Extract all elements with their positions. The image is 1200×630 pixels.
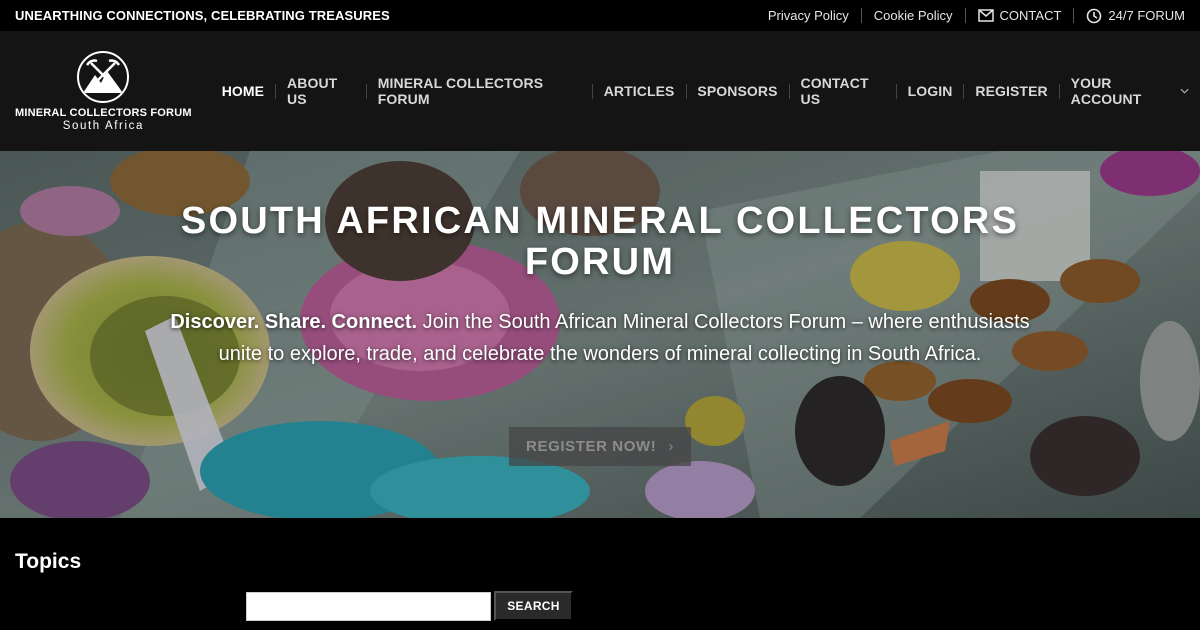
site-header: MINERAL COLLECTORS FORUM South Africa HO… — [0, 31, 1200, 151]
search-button[interactable]: SEARCH — [494, 591, 573, 621]
hero-title: SOUTH AFRICAN MINERAL COLLECTORS FORUM — [180, 200, 1020, 283]
cookie-policy-label: Cookie Policy — [873, 8, 953, 23]
site-logo[interactable]: MINERAL COLLECTORS FORUM South Africa — [0, 50, 209, 132]
forum-247-link[interactable]: 24/7 FORUM — [1074, 8, 1185, 24]
nav-register[interactable]: REGISTER — [964, 83, 1058, 99]
cookie-policy-link[interactable]: Cookie Policy — [862, 8, 965, 23]
register-now-label: REGISTER NOW! — [526, 438, 657, 455]
nav-login[interactable]: LOGIN — [897, 83, 964, 99]
hero-banner: SOUTH AFRICAN MINERAL COLLECTORS FORUM D… — [0, 151, 1200, 518]
logo-subtitle: South Africa — [62, 119, 144, 132]
privacy-policy-label: Privacy Policy — [767, 8, 849, 23]
main-nav: HOME ABOUT US MINERAL COLLECTORS FORUM A… — [222, 75, 1200, 107]
nav-your-account[interactable]: YOUR ACCOUNT — [1060, 75, 1200, 107]
topics-section: Topics SEARCH — [0, 518, 1200, 630]
topics-search-input[interactable] — [246, 592, 491, 621]
top-links: Privacy Policy Cookie Policy CONTACT 24/… — [756, 8, 1185, 24]
topics-heading: Topics — [15, 550, 82, 573]
nav-sponsors[interactable]: SPONSORS — [686, 83, 788, 99]
contact-link[interactable]: CONTACT — [966, 8, 1074, 23]
logo-title: MINERAL COLLECTORS FORUM — [14, 106, 192, 119]
nav-contact-us[interactable]: CONTACT US — [790, 75, 896, 107]
logo-emblem — [77, 50, 130, 103]
site-tagline: UNEARTHING CONNECTIONS, CELEBRATING TREA… — [15, 8, 390, 23]
clock-icon — [1087, 8, 1102, 23]
chevron-right-icon: › — [668, 438, 674, 455]
nav-articles[interactable]: ARTICLES — [593, 83, 686, 99]
envelope-icon — [977, 9, 994, 22]
nav-home[interactable]: HOME — [222, 83, 275, 99]
hero-description: Discover. Share. Connect. Join the South… — [160, 306, 1040, 370]
nav-about-us[interactable]: ABOUT US — [276, 75, 366, 107]
register-now-button[interactable]: REGISTER NOW! › — [509, 427, 691, 466]
nav-your-account-label: YOUR ACCOUNT — [1070, 75, 1142, 107]
privacy-policy-link[interactable]: Privacy Policy — [756, 8, 861, 23]
top-bar: UNEARTHING CONNECTIONS, CELEBRATING TREA… — [0, 0, 1200, 31]
contact-label: CONTACT — [999, 8, 1062, 23]
nav-mineral-collectors-forum[interactable]: MINERAL COLLECTORS FORUM — [367, 75, 592, 107]
forum-247-label: 24/7 FORUM — [1108, 8, 1185, 23]
hero-lead-bold: Discover. Share. Connect. — [170, 311, 418, 333]
pickaxe-mountain-icon — [83, 58, 124, 93]
chevron-down-icon — [1180, 88, 1189, 94]
